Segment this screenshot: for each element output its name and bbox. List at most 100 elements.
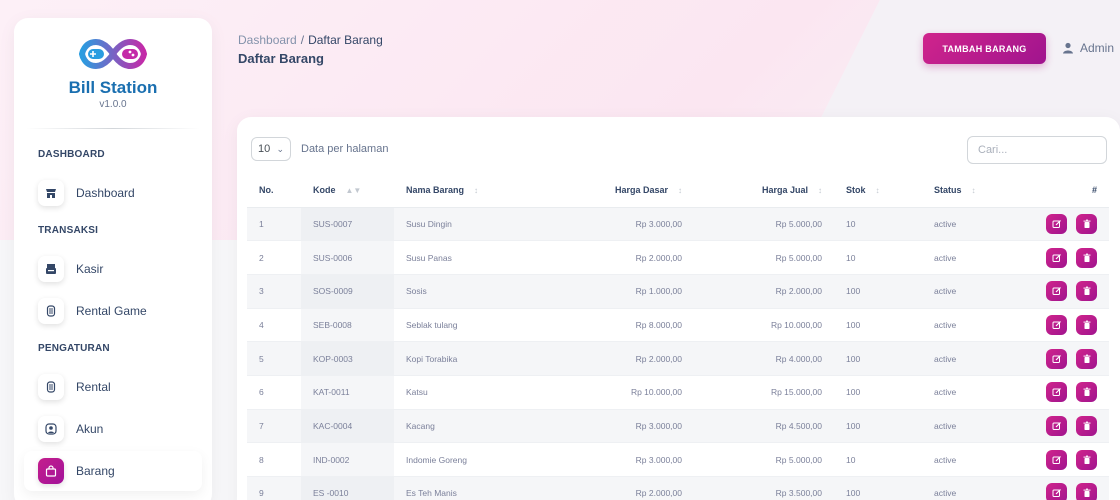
edit-button[interactable] xyxy=(1046,281,1067,302)
gamepad-icon xyxy=(38,374,64,400)
cell-nama: Es Teh Manis xyxy=(394,476,544,500)
cell-kode: KAC-0004 xyxy=(301,409,394,444)
table-row: 3 SOS-0009 Sosis Rp 1.000,00 Rp 2.000,00 100 a… xyxy=(247,274,1109,309)
trash-icon xyxy=(1082,488,1092,498)
cell-kode: SUS-0006 xyxy=(301,240,394,275)
per-page-select[interactable]: 10 ⌄ xyxy=(251,137,291,161)
user-circle-icon xyxy=(38,416,64,442)
cell-actions xyxy=(1022,476,1109,500)
cell-harga-dasar: Rp 10.000,00 xyxy=(544,375,694,410)
cell-no: 9 xyxy=(247,476,301,500)
column-header-status[interactable]: Status ↕ xyxy=(922,173,1022,208)
edit-button[interactable] xyxy=(1046,449,1067,470)
delete-button[interactable] xyxy=(1076,449,1097,470)
user-menu[interactable]: Admin xyxy=(1062,41,1114,55)
cell-status: active xyxy=(922,409,1022,444)
trash-icon xyxy=(1082,421,1092,431)
cell-harga-jual: Rp 5.000,00 xyxy=(694,240,834,275)
delete-button[interactable] xyxy=(1076,247,1097,268)
cell-harga-dasar: Rp 1.000,00 xyxy=(544,274,694,309)
column-header-stok[interactable]: Stok ↕ xyxy=(834,173,922,208)
column-header-harga-jual[interactable]: Harga Jual ↕ xyxy=(694,173,834,208)
delete-button[interactable] xyxy=(1076,213,1097,234)
edit-button[interactable] xyxy=(1046,483,1067,500)
cell-harga-jual: Rp 4.000,00 xyxy=(694,341,834,376)
sidebar-section-transaksi: TRANSAKSI xyxy=(38,225,99,236)
cell-stok: 100 xyxy=(834,409,922,444)
cell-stok: 10 xyxy=(834,442,922,477)
cell-kode: SOS-0009 xyxy=(301,274,394,309)
cell-nama: Indomie Goreng xyxy=(394,442,544,477)
cell-harga-dasar: Rp 2.000,00 xyxy=(544,476,694,500)
per-page-control: 10 ⌄ Data per halaman xyxy=(251,137,388,161)
cell-kode: KOP-0003 xyxy=(301,341,394,376)
add-item-button[interactable]: TAMBAH BARANG xyxy=(923,33,1046,64)
cell-status: active xyxy=(922,341,1022,376)
cell-harga-jual: Rp 3.500,00 xyxy=(694,476,834,500)
shopping-bag-icon xyxy=(38,458,64,484)
cell-kode: KAT-0011 xyxy=(301,375,394,410)
column-header-kode[interactable]: Kode ▲▼ xyxy=(301,173,394,208)
sidebar-item-rental-game[interactable]: Rental Game xyxy=(24,291,202,331)
cell-harga-dasar: Rp 3.000,00 xyxy=(544,207,694,242)
edit-button[interactable] xyxy=(1046,314,1067,335)
column-header-actions: # xyxy=(1022,173,1109,208)
cell-actions xyxy=(1022,240,1109,275)
table-row: 8 IND-0002 Indomie Goreng Rp 3.000,00 Rp 5.0… xyxy=(247,442,1109,477)
cell-harga-jual: Rp 15.000,00 xyxy=(694,375,834,410)
breadcrumb-root[interactable]: Dashboard xyxy=(238,33,297,47)
sidebar-item-akun[interactable]: Akun xyxy=(24,409,202,449)
sort-icon: ▲▼ xyxy=(345,185,362,195)
cell-nama: Susu Dingin xyxy=(394,207,544,242)
edit-icon xyxy=(1052,387,1062,397)
sidebar: Bill Station v1.0.0 DASHBOARD Dashboard … xyxy=(14,18,212,500)
edit-button[interactable] xyxy=(1046,415,1067,436)
cell-harga-jual: Rp 5.000,00 xyxy=(694,207,834,242)
brand: Bill Station v1.0.0 xyxy=(14,18,212,128)
trash-icon xyxy=(1082,286,1092,296)
edit-button[interactable] xyxy=(1046,348,1067,369)
delete-button[interactable] xyxy=(1076,483,1097,500)
cell-harga-jual: Rp 2.000,00 xyxy=(694,274,834,309)
table-row: 1 SUS-0007 Susu Dingin Rp 3.000,00 Rp 5.000,… xyxy=(247,207,1109,242)
trash-icon xyxy=(1082,219,1092,229)
cash-register-icon xyxy=(38,256,64,282)
sidebar-item-dashboard[interactable]: Dashboard xyxy=(24,173,202,213)
sidebar-item-label: Akun xyxy=(76,422,104,436)
trash-icon xyxy=(1082,253,1092,263)
sort-icon: ↕ xyxy=(971,185,976,195)
user-name: Admin xyxy=(1080,41,1115,55)
cell-nama: Kopi Torabika xyxy=(394,341,544,376)
page-title: Daftar Barang xyxy=(238,51,324,66)
column-header-nama[interactable]: Nama Barang ↕ xyxy=(394,173,544,208)
sort-icon: ↕ xyxy=(474,185,479,195)
cell-actions xyxy=(1022,375,1109,410)
cell-actions xyxy=(1022,409,1109,444)
table-row: 9 ES -0010 Es Teh Manis Rp 2.000,00 Rp 3.500… xyxy=(247,476,1109,500)
sidebar-item-label: Rental xyxy=(76,380,111,394)
trash-icon xyxy=(1082,354,1092,364)
search-input[interactable] xyxy=(967,136,1107,164)
delete-button[interactable] xyxy=(1076,382,1097,403)
sort-icon: ↕ xyxy=(678,185,682,195)
sidebar-item-barang[interactable]: Barang xyxy=(24,451,202,491)
cell-kode: SUS-0007 xyxy=(301,207,394,242)
cell-nama: Kacang xyxy=(394,409,544,444)
cell-stok: 100 xyxy=(834,274,922,309)
edit-button[interactable] xyxy=(1046,247,1067,268)
edit-icon xyxy=(1052,253,1062,263)
cell-actions xyxy=(1022,341,1109,376)
edit-icon xyxy=(1052,354,1062,364)
sort-icon: ↕ xyxy=(875,185,880,195)
delete-button[interactable] xyxy=(1076,348,1097,369)
delete-button[interactable] xyxy=(1076,281,1097,302)
user-icon xyxy=(1063,42,1073,54)
column-header-harga-dasar[interactable]: Harga Dasar ↕ xyxy=(544,173,694,208)
delete-button[interactable] xyxy=(1076,415,1097,436)
edit-button[interactable] xyxy=(1046,382,1067,403)
cell-harga-dasar: Rp 8.000,00 xyxy=(544,308,694,343)
sidebar-item-rental[interactable]: Rental xyxy=(24,367,202,407)
sidebar-item-kasir[interactable]: Kasir xyxy=(24,249,202,289)
edit-button[interactable] xyxy=(1046,213,1067,234)
delete-button[interactable] xyxy=(1076,314,1097,335)
